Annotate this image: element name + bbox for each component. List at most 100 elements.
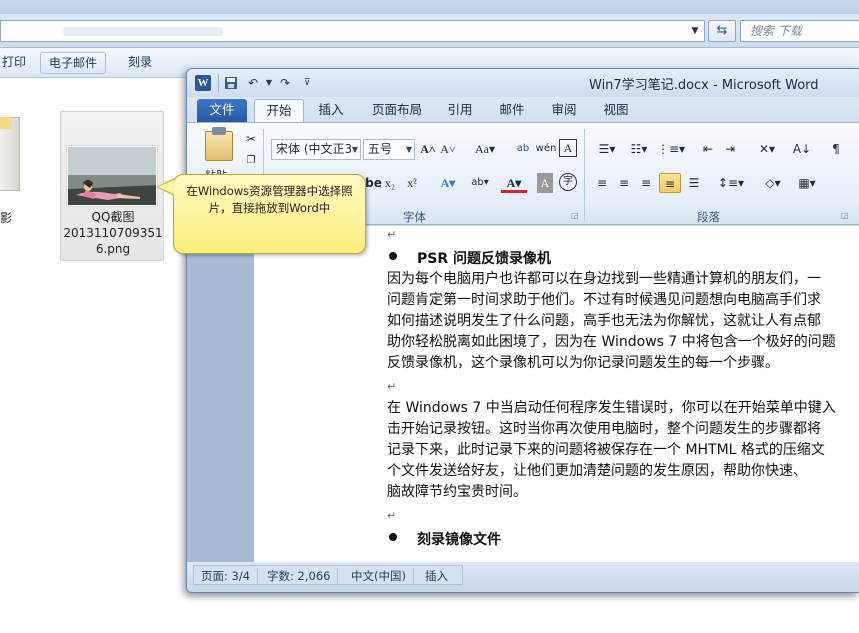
paragraph-line[interactable]: 反馈录像机，这个录像机可以为你记录问题发生的每一个步骤。 xyxy=(387,353,779,374)
callout-tail-inner xyxy=(158,180,174,194)
file-item-screenshot[interactable]: QQ截图 2013110709351 6.png xyxy=(60,111,164,261)
bullet-icon xyxy=(389,252,397,260)
tab-review[interactable]: 审阅 xyxy=(546,99,582,122)
ribbon-tabs: 文件 开始 插入 页面布局 引用 邮件 审阅 视图 xyxy=(187,97,859,122)
burn-button[interactable]: 刻录 xyxy=(120,52,160,74)
address-dropdown-icon[interactable]: ▼ xyxy=(686,21,704,41)
enclose-characters-icon[interactable]: 字 xyxy=(559,173,577,191)
group-label-font: 字体 xyxy=(403,210,426,224)
address-path xyxy=(63,27,223,36)
word-titlebar: W ↶ ▼ ↷ ⊽ Win7学习笔记.docx - Microsoft Word xyxy=(187,69,859,97)
numbering-icon[interactable]: ☷▾ xyxy=(625,139,653,159)
paragraph-mark: ↵ xyxy=(387,509,397,522)
tab-home[interactable]: 开始 xyxy=(254,99,304,122)
character-shading-icon[interactable]: A xyxy=(537,173,553,193)
shrink-font-icon[interactable]: A˅ xyxy=(439,139,457,159)
multilevel-list-icon[interactable]: ⋮≡▾ xyxy=(657,139,685,159)
email-button[interactable]: 电子邮件 xyxy=(40,52,107,74)
align-center-icon[interactable]: ≡ xyxy=(615,173,633,193)
paragraph-line[interactable]: 脑故障节约宝贵时间。 xyxy=(387,482,527,503)
cut-icon[interactable]: ✂ xyxy=(243,129,259,149)
chevron-down-icon[interactable]: ▼ xyxy=(406,140,412,159)
paragraph-mark: ↵ xyxy=(387,380,397,393)
show-marks-icon[interactable]: ¶ xyxy=(827,139,845,159)
text-effects-icon[interactable]: A▾ xyxy=(435,173,461,193)
tab-page-layout[interactable]: 页面布局 xyxy=(367,99,427,122)
file-name: QQ截图 2013110709351 6.png xyxy=(61,209,165,257)
paragraph-line[interactable]: 记录下来，此时记录下来的问题将被保存在一个 MHTML 格式的压缩文 xyxy=(387,440,825,461)
distributed-icon[interactable]: ☰ xyxy=(685,173,703,193)
status-page-count[interactable]: 页面: 3/4 xyxy=(194,568,259,584)
grow-font-icon[interactable]: A˄ xyxy=(419,139,437,159)
document-page[interactable]: ↵ PSR 问题反馈录像机 因为每个电脑用户也许都可以在身边找到一些精通计算机的… xyxy=(254,226,859,562)
font-size-value: 五号 xyxy=(368,142,393,156)
paragraph-line[interactable]: 击开始记录按钮。这时当你再次使用电脑时，整个问题发生的步骤都将 xyxy=(387,419,821,440)
subscript-icon[interactable]: x₂ xyxy=(381,173,399,193)
clear-format-icon[interactable]: ab xyxy=(513,139,533,159)
paragraph-line[interactable]: 如何描述说明发生了什么问题，高手也无法为你解忧，这就让人有点郁 xyxy=(387,311,821,332)
paragraph-mark: ↵ xyxy=(387,228,397,241)
paragraph-line[interactable]: 因为每个电脑用户也许都可以在身边找到一些精通计算机的朋友们，一 xyxy=(387,269,821,290)
status-language[interactable]: 中文(中国) xyxy=(344,568,414,584)
explorer-address-area: ▼ ⇆ 搜索 下载 xyxy=(0,14,859,48)
refresh-button[interactable]: ⇆ xyxy=(708,20,736,42)
status-insert-mode[interactable]: 插入 xyxy=(418,568,455,584)
search-input[interactable]: 搜索 下载 xyxy=(740,20,859,42)
word-logo-icon[interactable]: W xyxy=(195,75,211,91)
justify-icon[interactable]: ≡ xyxy=(659,173,681,193)
align-right-icon[interactable]: ≡ xyxy=(637,173,655,193)
customize-qat-icon[interactable]: ⊽ xyxy=(299,74,315,92)
borders-icon[interactable]: ▦▾ xyxy=(793,173,821,193)
address-bar[interactable]: ▼ xyxy=(0,20,705,42)
font-dialog-launcher-icon[interactable]: ◲ xyxy=(571,211,579,220)
undo-dropdown-icon[interactable]: ▼ xyxy=(261,74,277,92)
line-spacing-icon[interactable]: ↕≡▾ xyxy=(717,173,745,193)
tab-mailings[interactable]: 邮件 xyxy=(494,99,530,122)
image-thumbnail xyxy=(67,146,157,206)
print-button[interactable]: 打印 xyxy=(0,52,34,74)
paragraph-dialog-launcher-icon[interactable]: ◲ xyxy=(841,211,849,220)
tab-view[interactable]: 视图 xyxy=(598,99,634,122)
chinese-layout-icon[interactable]: ✕▾ xyxy=(753,139,781,159)
group-label-paragraph: 段落 xyxy=(697,210,720,224)
align-left-icon[interactable]: ≡ xyxy=(593,173,611,193)
redo-icon[interactable]: ↷ xyxy=(277,74,293,92)
paragraph-line[interactable]: 在 Windows 7 中当启动任何程序发生错误时，你可以在开始菜单中键入 xyxy=(387,398,836,419)
font-size-combo[interactable]: 五号 ▼ xyxy=(363,139,415,160)
paragraph-line[interactable]: 助你轻松脱离如此困境了，因为在 Windows 7 中将包含一个极好的问题 xyxy=(387,332,836,353)
status-panel: 页面: 3/4 字数: 2,066 中文(中国) 插入 xyxy=(193,565,463,585)
paste-icon[interactable] xyxy=(205,131,233,161)
superscript-icon[interactable]: x² xyxy=(403,173,421,193)
undo-icon[interactable]: ↶ xyxy=(245,74,261,92)
status-bar: 页面: 3/4 字数: 2,066 中文(中国) 插入 xyxy=(187,562,859,592)
change-case-icon[interactable]: Aa▾ xyxy=(471,139,499,159)
character-border-icon[interactable]: A xyxy=(559,139,577,157)
instruction-callout: 在Windows资源管理器中选择照片，直接拖放到Word中 xyxy=(173,174,366,254)
tab-insert[interactable]: 插入 xyxy=(311,99,351,122)
paragraph-line[interactable]: 问题肯定第一时间求助于他们。不过有时候遇见问题想向电脑高手们求 xyxy=(387,290,821,311)
window-title: Win7学习笔记.docx - Microsoft Word xyxy=(589,78,819,93)
tab-file[interactable]: 文件 xyxy=(197,99,247,122)
file-name-line: 6.png xyxy=(95,242,131,256)
heading-burn-image[interactable]: 刻录镜像文件 xyxy=(417,529,501,549)
copy-icon[interactable]: ❐ xyxy=(243,151,259,171)
chevron-down-icon[interactable]: ▼ xyxy=(352,140,358,159)
heading-psr[interactable]: PSR 问题反馈录像机 xyxy=(417,248,551,268)
folder-tab-icon xyxy=(0,117,12,129)
bullet-icon xyxy=(389,533,397,541)
shading-icon[interactable]: ◇▾ xyxy=(759,173,787,193)
bullets-icon[interactable]: ☰▾ xyxy=(593,139,621,159)
highlight-icon[interactable]: ab▾ xyxy=(467,173,493,193)
paragraph-line[interactable]: 个文件发送给好友，让他们更加清楚问题的发生原因，帮助你快速、 xyxy=(387,461,807,482)
sort-icon[interactable]: A↓ xyxy=(791,139,813,159)
font-color-icon[interactable]: A▾ xyxy=(501,173,527,193)
font-name-combo[interactable]: 宋体 (中文正3 ▼ xyxy=(271,139,361,160)
font-name-value: 宋体 (中文正3 xyxy=(276,142,353,156)
tab-references[interactable]: 引用 xyxy=(442,99,478,122)
phonetic-guide-icon[interactable]: wén xyxy=(535,139,557,159)
file-name-line: QQ截图 xyxy=(91,210,135,224)
decrease-indent-icon[interactable]: ⇤ xyxy=(699,139,717,159)
save-icon[interactable] xyxy=(223,74,239,92)
status-word-count[interactable]: 字数: 2,066 xyxy=(260,568,339,584)
increase-indent-icon[interactable]: ⇥ xyxy=(721,139,739,159)
